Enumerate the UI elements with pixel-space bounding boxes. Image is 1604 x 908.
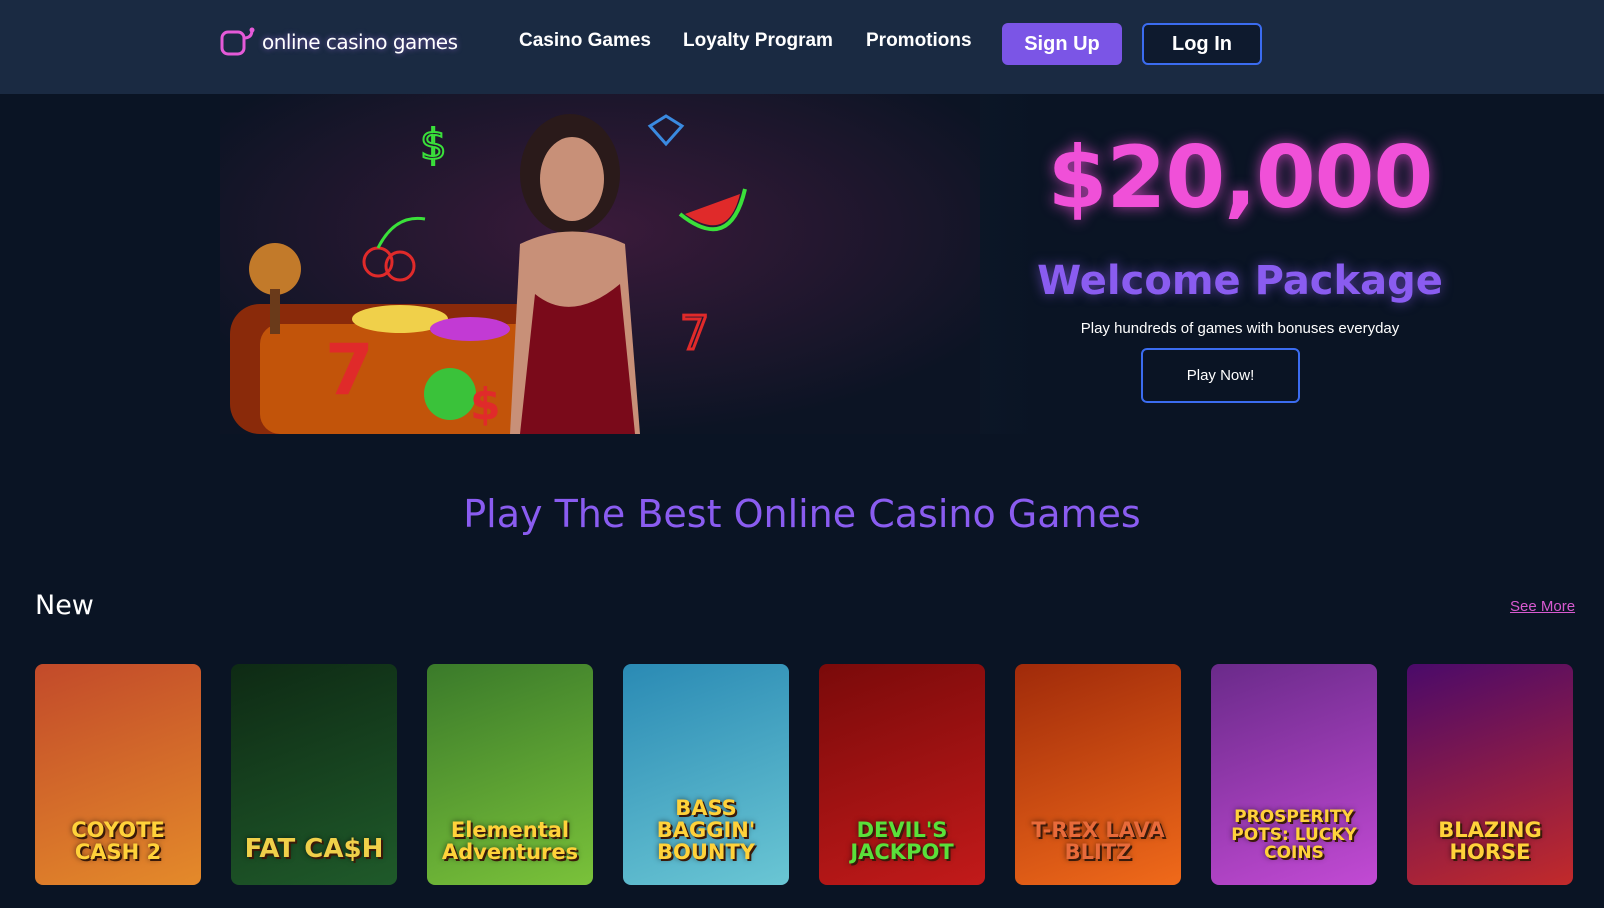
game-title: FAT CA$H [244,833,384,864]
site-header: online casino games Casino Games Loyalty… [0,0,1604,94]
nav-casino-games[interactable]: Casino Games [519,30,651,52]
game-card[interactable]: FAT CA$H [231,664,397,885]
nav-loyalty-program[interactable]: Loyalty Program [683,30,833,52]
game-title: DEVIL'S JACKPOT [850,817,954,864]
svg-text:7: 7 [680,306,709,360]
brand-name: online casino games [262,30,458,54]
svg-text:$: $ [470,379,501,430]
game-carousel: COYOTE CASH 2 FAT CA$H Elemental Adventu… [35,664,1580,886]
game-title: T-REX LAVA BLITZ [1031,817,1165,864]
row-title-new: New [35,590,94,621]
log-in-button[interactable]: Log In [1142,23,1262,65]
game-title: BLAZING HORSE [1438,817,1542,864]
game-title: Elemental Adventures [441,817,579,864]
logo-icon [220,26,256,58]
sign-up-button[interactable]: Sign Up [1002,23,1122,65]
game-card[interactable]: BASS BAGGIN' BOUNTY [623,664,789,885]
game-title: PROSPERITY POTS: LUCKY COINS [1231,807,1357,864]
brand-logo[interactable]: online casino games [220,24,458,60]
game-card[interactable]: BLAZING HORSE [1407,664,1573,885]
hero-description: Play hundreds of games with bonuses ever… [1080,320,1400,337]
game-card[interactable]: DEVIL'S JACKPOT [819,664,985,885]
section-title: Play The Best Online Casino Games [463,492,1141,536]
hero-image: 7 $ $ 7 [220,94,980,434]
svg-text:$: $ [420,120,447,169]
play-now-button[interactable]: Play Now! [1141,348,1300,403]
game-title: BASS BAGGIN' BOUNTY [656,795,756,864]
svg-text:7: 7 [325,329,374,411]
hero-amount: $20,000 [1047,128,1434,228]
game-card[interactable]: T-REX LAVA BLITZ [1015,664,1181,885]
game-card[interactable]: COYOTE CASH 2 [35,664,201,885]
hero-subtitle: Welcome Package [1037,258,1443,304]
game-card[interactable]: PROSPERITY POTS: LUCKY COINS [1211,664,1377,885]
nav-promotions[interactable]: Promotions [866,30,972,52]
game-title: COYOTE CASH 2 [71,817,165,864]
see-more-link[interactable]: See More [1510,598,1575,615]
game-card[interactable]: Elemental Adventures [427,664,593,885]
